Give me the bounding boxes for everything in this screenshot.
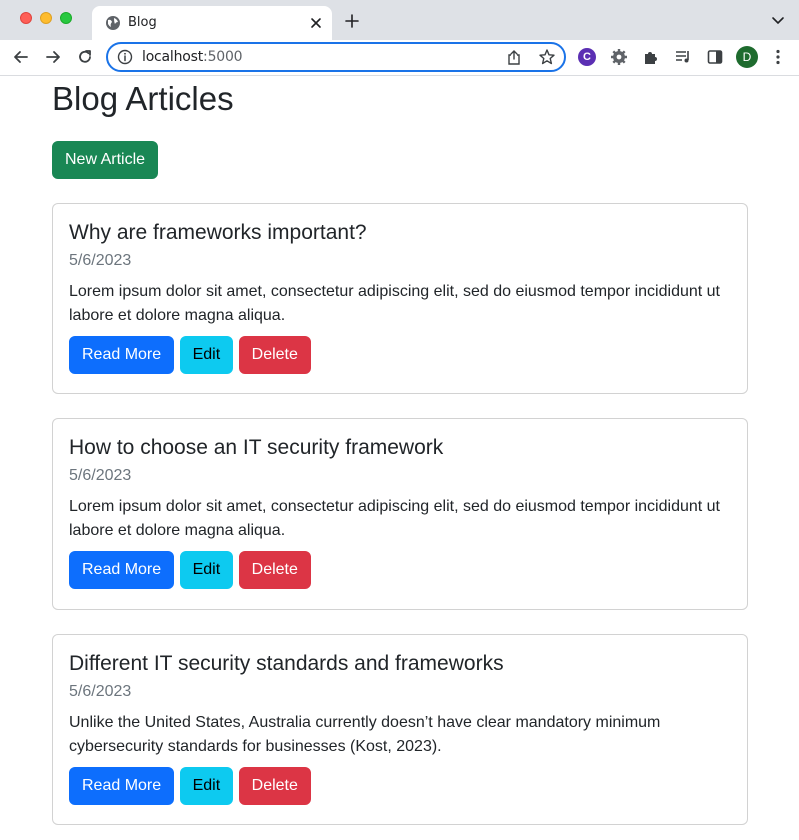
- page-viewport: Blog Articles New Article Why are framew…: [0, 77, 799, 840]
- side-panel-icon[interactable]: [706, 48, 724, 66]
- article-title: Why are frameworks important?: [69, 221, 367, 244]
- read-more-button[interactable]: Read More: [69, 551, 175, 589]
- read-more-button[interactable]: Read More: [69, 767, 175, 805]
- new-article-button[interactable]: New Article: [52, 141, 159, 179]
- edit-button[interactable]: Edit: [179, 767, 234, 805]
- window-close-button[interactable]: [20, 12, 32, 24]
- gear-icon[interactable]: [610, 48, 628, 66]
- address-bar[interactable]: localhost:5000: [106, 42, 566, 72]
- article-title: Different IT security standards and fram…: [69, 652, 504, 675]
- delete-button[interactable]: Delete: [238, 336, 311, 374]
- article-card-body: Different IT security standards and fram…: [53, 635, 747, 820]
- article-actions: Read More Edit Delete: [69, 336, 731, 374]
- window-minimize-button[interactable]: [40, 12, 52, 24]
- article-actions: Read More Edit Delete: [69, 551, 731, 589]
- browser-tab-bar: Blog: [0, 0, 799, 40]
- extension-c-icon[interactable]: C: [578, 48, 596, 66]
- delete-button[interactable]: Delete: [238, 551, 311, 589]
- article-card-body: How to choose an IT security framework 5…: [53, 419, 747, 604]
- puzzle-icon[interactable]: [642, 48, 660, 66]
- article-excerpt: Lorem ipsum dolor sit amet, consectetur …: [69, 283, 720, 324]
- arrow-right-icon[interactable]: [44, 48, 62, 66]
- edit-button[interactable]: Edit: [179, 336, 234, 374]
- info-icon[interactable]: [117, 49, 133, 65]
- article-card-body: Why are frameworks important? 5/6/2023 L…: [53, 204, 747, 389]
- profile-avatar[interactable]: D: [736, 46, 758, 68]
- article-card: Why are frameworks important? 5/6/2023 L…: [52, 203, 748, 394]
- browser-tab-active[interactable]: Blog: [92, 6, 332, 40]
- tab-title: Blog: [128, 15, 157, 30]
- article-date: 5/6/2023: [69, 683, 132, 700]
- window-zoom-button[interactable]: [60, 12, 72, 24]
- page-title: Blog Articles: [52, 80, 234, 117]
- share-icon[interactable]: [506, 49, 522, 66]
- article-date: 5/6/2023: [69, 467, 132, 484]
- close-icon[interactable]: [308, 15, 324, 31]
- article-card: How to choose an IT security framework 5…: [52, 418, 748, 610]
- url-port: :5000: [203, 49, 243, 65]
- edit-button[interactable]: Edit: [179, 551, 234, 589]
- article-date: 5/6/2023: [69, 252, 132, 269]
- delete-button[interactable]: Delete: [238, 767, 311, 805]
- kebab-menu-icon[interactable]: [771, 48, 785, 66]
- arrow-left-icon[interactable]: [12, 48, 30, 66]
- star-icon[interactable]: [538, 48, 556, 66]
- article-title: How to choose an IT security framework: [69, 436, 444, 459]
- url-host: localhost: [142, 49, 204, 65]
- plus-icon[interactable]: [344, 13, 360, 29]
- article-card: Different IT security standards and fram…: [52, 634, 748, 825]
- article-excerpt: Unlike the United States, Australia curr…: [69, 714, 661, 755]
- reload-icon[interactable]: [76, 48, 94, 66]
- media-queue-icon[interactable]: [674, 48, 692, 66]
- url-text[interactable]: localhost:5000: [142, 49, 243, 65]
- browser-toolbar: localhost:5000 C D: [0, 40, 799, 76]
- article-excerpt: Lorem ipsum dolor sit amet, consectetur …: [69, 498, 720, 539]
- chevron-down-icon[interactable]: [771, 15, 785, 25]
- article-actions: Read More Edit Delete: [69, 767, 731, 805]
- read-more-button[interactable]: Read More: [69, 336, 175, 374]
- globe-icon: [106, 16, 120, 30]
